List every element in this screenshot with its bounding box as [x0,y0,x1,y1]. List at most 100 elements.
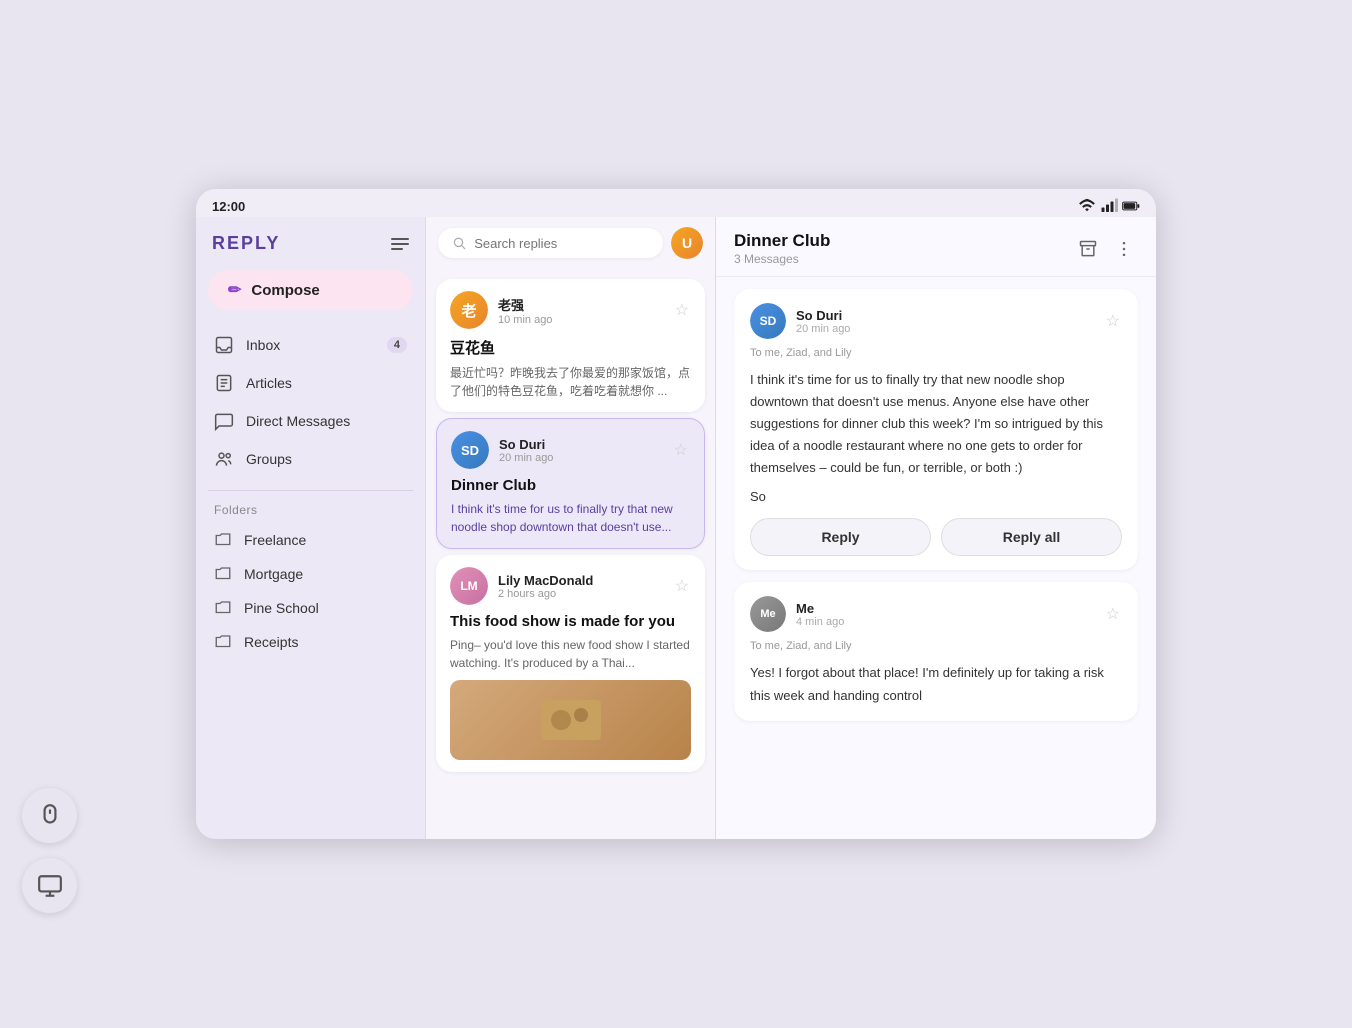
folder-label-receipts: Receipts [244,634,298,650]
floating-mouse-icon-button[interactable] [22,788,77,843]
signal-icon [1100,197,1118,215]
app-logo: REPLY [212,233,280,254]
detail-panel: Dinner Club 3 Messages [716,217,1156,839]
message-card-1[interactable]: 老 老强 10 min ago ☆ 豆花鱼 最近忙吗？昨晚我去了你最爱的那家饭馆… [436,279,705,412]
folder-item-freelance[interactable]: Freelance [204,523,417,557]
folder-label-pine-school: Pine School [244,600,319,616]
msg3-preview: Ping– you'd love this new food show I st… [450,636,691,672]
sidebar-divider [208,490,413,491]
message-card-3[interactable]: LM Lily MacDonald 2 hours ago ☆ This foo… [436,555,705,772]
menu-icon[interactable] [391,238,409,250]
email-msg2-star-button[interactable]: ☆ [1104,602,1122,626]
middle-panel: U 老 老强 10 min ago ☆ [426,217,716,839]
email-message-2: Me Me 4 min ago ☆ To me, Ziad, and Lily … [734,582,1138,720]
compose-label: Compose [251,282,319,299]
msg3-time: 2 hours ago [498,588,663,600]
msg2-subject: Dinner Club [451,477,690,494]
msg1-star-button[interactable]: ☆ [673,298,691,322]
email-msg2-time: 4 min ago [796,616,1094,628]
msg3-sender-info: Lily MacDonald 2 hours ago [498,573,663,600]
folder-item-mortgage[interactable]: Mortgage [204,557,417,591]
compose-button[interactable]: ✏ Compose [208,270,413,310]
msg2-sender-name: So Duri [499,437,662,452]
reply-all-button[interactable]: Reply all [941,518,1122,556]
sidebar: REPLY ✏ Compose Inbox [196,217,426,839]
msg1-sender-name: 老强 [498,295,663,314]
inbox-icon [214,335,234,355]
folder-label-mortgage: Mortgage [244,566,303,582]
msg1-avatar-img: 老 [450,291,488,329]
search-icon [452,235,466,251]
email-msg2-name: Me [796,601,1094,616]
msg1-preview: 最近忙吗？昨晚我去了你最爱的那家饭馆，点了他们的特色豆花鱼，吃着吃着就想你 ..… [450,364,691,400]
email-msg1-header: SD So Duri 20 min ago ☆ [750,303,1122,339]
msg3-header: LM Lily MacDonald 2 hours ago ☆ [450,567,691,605]
msg2-star-button[interactable]: ☆ [672,438,690,462]
status-bar: 12:00 [196,189,1156,217]
msg2-avatar: SD [451,431,489,469]
archive-icon [1078,239,1098,259]
msg3-avatar: LM [450,567,488,605]
mouse-icon [37,803,63,829]
detail-messages: SD So Duri 20 min ago ☆ To me, Ziad, and… [716,277,1156,839]
search-bar: U [426,217,715,269]
detail-messages-count: 3 Messages [734,252,1064,266]
groups-icon [214,449,234,469]
folder-item-receipts[interactable]: Receipts [204,625,417,659]
sidebar-item-inbox[interactable]: Inbox 4 [204,326,417,364]
msg2-sender-info: So Duri 20 min ago [499,437,662,464]
msg1-header: 老 老强 10 min ago ☆ [450,291,691,329]
msg3-sender-name: Lily MacDonald [498,573,663,588]
food-show-image [541,700,601,740]
detail-header-actions [1074,235,1138,263]
user-avatar: U [671,227,703,259]
app-body: REPLY ✏ Compose Inbox [196,217,1156,839]
msg1-subject: 豆花鱼 [450,337,691,358]
folder-icon-pine-school [214,599,232,617]
pencil-icon: ✏ [228,280,241,300]
folders-list: Freelance Mortgage Pine School [196,521,425,661]
msg3-image-thumb [450,680,691,760]
email-msg2-body: Yes! I forgot about that place! I'm defi… [750,662,1122,706]
folder-label-freelance: Freelance [244,532,306,548]
articles-icon [214,373,234,393]
user-avatar-image: U [671,227,703,259]
msg3-subject: This food show is made for you [450,613,691,630]
msg1-avatar: 老 [450,291,488,329]
folders-label: Folders [196,499,425,521]
msg1-sender-info: 老强 10 min ago [498,295,663,326]
more-options-button[interactable] [1110,235,1138,263]
email-message-1: SD So Duri 20 min ago ☆ To me, Ziad, and… [734,289,1138,570]
status-icons [1078,197,1140,215]
detail-title-text: Dinner Club [734,231,1064,251]
sidebar-item-direct-messages[interactable]: Direct Messages [204,402,417,440]
floating-monitor-icon-button[interactable] [22,858,77,913]
search-wrapper [438,228,663,258]
msg3-avatar-img: LM [450,567,488,605]
msg2-preview: I think it's time for us to finally try … [451,500,690,536]
msg1-time: 10 min ago [498,314,663,326]
email-msg1-star-button[interactable]: ☆ [1104,309,1122,333]
msg3-star-button[interactable]: ☆ [673,574,691,598]
message-card-2[interactable]: SD So Duri 20 min ago ☆ Dinner Club I th… [436,418,705,549]
email-msg2-header: Me Me 4 min ago ☆ [750,596,1122,632]
sidebar-item-dm-label: Direct Messages [246,413,350,429]
sidebar-header: REPLY [196,229,425,266]
email-msg2-avatar-img: Me [750,596,786,632]
email-msg1-to: To me, Ziad, and Lily [750,347,1122,359]
archive-button[interactable] [1074,235,1102,263]
sidebar-item-groups[interactable]: Groups [204,440,417,478]
folder-icon-receipts [214,633,232,651]
email-msg2-avatar: Me [750,596,786,632]
email-msg1-body: I think it's time for us to finally try … [750,369,1122,479]
folder-item-pine-school[interactable]: Pine School [204,591,417,625]
sidebar-item-articles[interactable]: Articles [204,364,417,402]
detail-header: Dinner Club 3 Messages [716,217,1156,277]
reply-actions: Reply Reply all [750,518,1122,556]
search-input[interactable] [474,236,649,251]
reply-button[interactable]: Reply [750,518,931,556]
email-msg1-sender: So Duri 20 min ago [796,308,1094,335]
device-frame: 12:00 REPLY [196,189,1156,839]
email-msg1-name: So Duri [796,308,1094,323]
sidebar-item-articles-label: Articles [246,375,292,391]
